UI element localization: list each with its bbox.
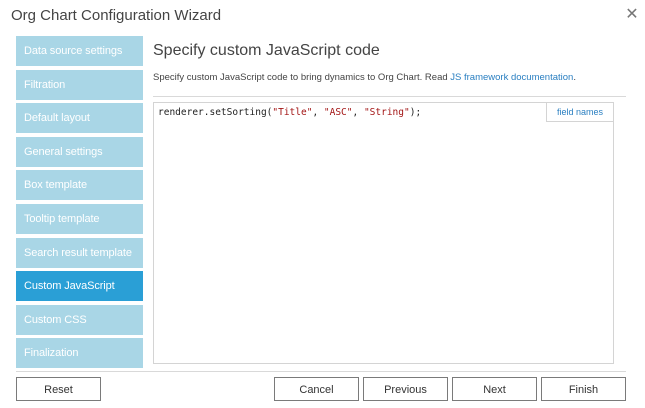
cancel-button[interactable]: Cancel [274,377,359,401]
field-names-button[interactable]: field names [546,103,613,122]
code-arg-title: "Title" [272,107,313,118]
sidebar-item-box-template[interactable]: Box template [16,170,143,201]
next-button[interactable]: Next [452,377,537,401]
sidebar-item-finalization[interactable]: Finalization [16,338,143,369]
reset-button[interactable]: Reset [16,377,101,401]
window-title: Org Chart Configuration Wizard [11,7,222,24]
finish-button[interactable]: Finish [541,377,626,401]
sidebar-item-custom-javascript[interactable]: Custom JavaScript [16,271,143,302]
sidebar-item-general-settings[interactable]: General settings [16,136,143,167]
js-framework-documentation-link[interactable]: JS framework documentation [450,72,573,83]
code-prefix: renderer.setSorting( [158,107,273,118]
page-heading: Specify custom JavaScript code [153,42,380,59]
sidebar-item-data-source-settings[interactable]: Data source settings [16,36,143,66]
sidebar-item-tooltip-template[interactable]: Tooltip template [16,203,143,234]
sidebar-item-custom-css[interactable]: Custom CSS [16,304,143,335]
description-end: . [573,72,576,83]
sidebar-item-search-result-template[interactable]: Search result template [16,237,143,268]
close-icon[interactable]: ✕ [624,7,640,23]
code-sep-2: , [352,107,364,118]
javascript-code-editor[interactable]: renderer.setSorting("Title", "ASC", "Str… [153,102,614,364]
code-sep-1: , [312,107,324,118]
code-arg-asc: "ASC" [323,107,353,118]
sidebar-item-default-layout[interactable]: Default layout [16,103,143,134]
code-arg-string: "String" [363,107,410,118]
description-text: Specify custom JavaScript code to bring … [153,72,451,83]
wizard-steps-sidebar: Data source settings Filtration Default … [16,36,143,372]
header-divider [153,96,626,97]
sidebar-item-filtration[interactable]: Filtration [16,69,143,100]
previous-button[interactable]: Previous [363,377,448,401]
footer-divider [16,371,626,372]
code-suffix: ); [409,107,422,118]
code-line: renderer.setSorting("Title", "ASC", "Str… [158,107,421,118]
page-description: Specify custom JavaScript code to bring … [153,72,576,83]
